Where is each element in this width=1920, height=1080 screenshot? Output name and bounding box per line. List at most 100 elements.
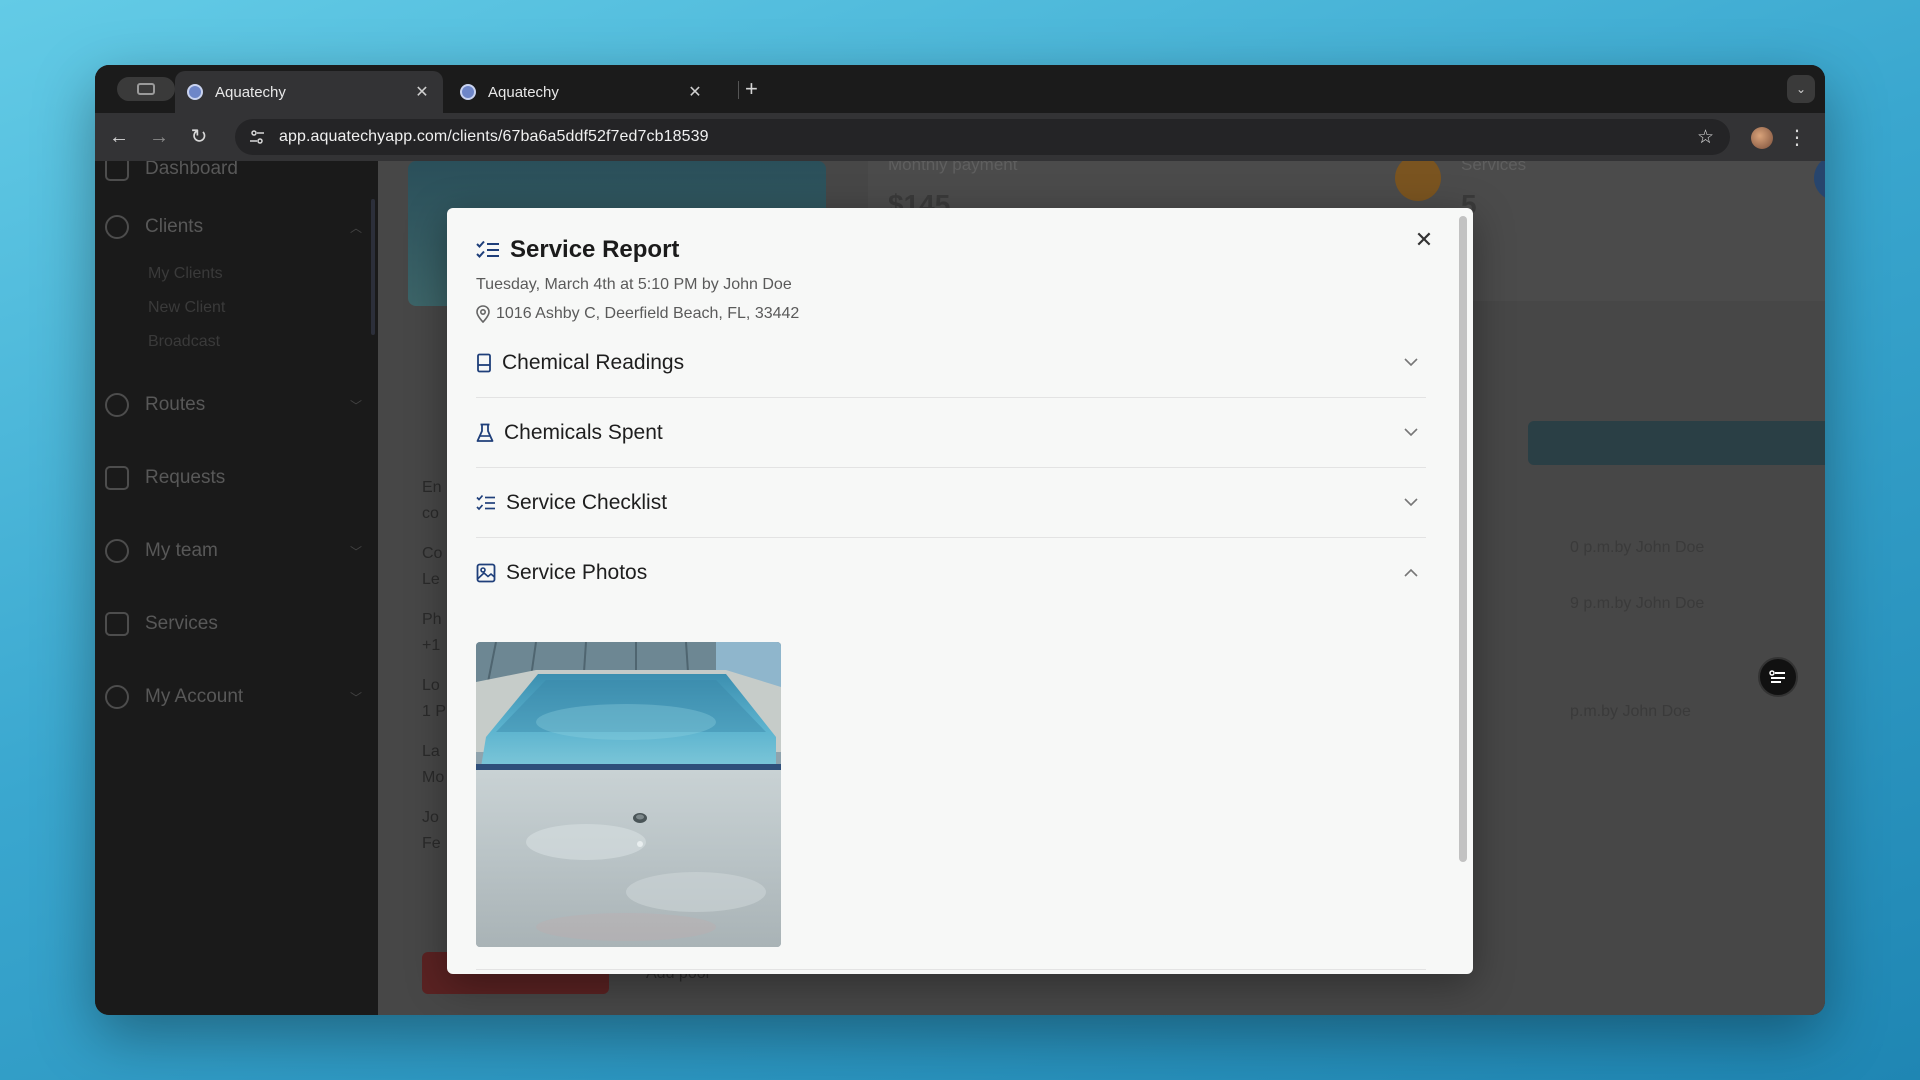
sidebar: Dashboard Clients ︿ My Clients New Clien… xyxy=(95,161,378,1015)
flask-icon xyxy=(476,423,494,442)
tab-strip: Aquatechy ✕ Aquatechy ✕ + ⌄ xyxy=(95,65,1825,113)
chevron-up-icon: ︿ xyxy=(349,220,362,235)
bookmark-star-icon[interactable]: ☆ xyxy=(1697,126,1714,149)
info-label: La xyxy=(422,743,440,760)
section-label: Service Checklist xyxy=(506,490,668,514)
users-icon xyxy=(105,215,129,239)
site-info-icon[interactable] xyxy=(245,125,269,149)
account-icon xyxy=(105,685,129,709)
info-value: Le xyxy=(422,571,440,588)
sidebar-subitem-my-clients[interactable]: My Clients xyxy=(148,265,223,283)
service-datetime: Tuesday, March 4th at 5:10 PM by John Do… xyxy=(476,276,792,293)
sidebar-item-clients[interactable]: Clients ︿ xyxy=(105,207,370,247)
new-tab-button[interactable]: + xyxy=(745,76,758,102)
section-service-checklist[interactable]: Service Checklist xyxy=(476,468,1426,538)
tab-search-icon xyxy=(137,83,155,95)
modal-title-row: Service Report xyxy=(476,236,679,264)
close-tab-icon[interactable]: ✕ xyxy=(413,82,431,102)
chevron-up-icon[interactable] xyxy=(1404,564,1418,582)
info-label: Jo xyxy=(422,809,439,826)
photo-section-divider xyxy=(476,969,1426,970)
sidebar-subitem-new-client[interactable]: New Client xyxy=(148,299,225,317)
section-label: Chemicals Spent xyxy=(504,420,663,444)
close-tab-icon[interactable]: ✕ xyxy=(686,82,704,102)
tab-title: Aquatechy xyxy=(488,83,559,101)
map-pin-icon xyxy=(105,393,129,417)
chevron-down-icon: ﹀ xyxy=(349,398,362,413)
section-chemicals-spent[interactable]: Chemicals Spent xyxy=(476,398,1426,468)
pool-photo-image xyxy=(476,642,781,947)
sidebar-item-label: Dashboard xyxy=(145,161,238,179)
section-service-photos[interactable]: Service Photos xyxy=(476,538,1426,608)
filter-fab-button[interactable] xyxy=(1758,657,1798,697)
sidebar-item-label: Services xyxy=(145,613,218,634)
modal-title: Service Report xyxy=(510,236,680,263)
chevron-down-icon: ﹀ xyxy=(349,690,362,705)
filter-list-icon xyxy=(1769,670,1785,683)
accent-bar xyxy=(1528,421,1825,465)
info-label: Co xyxy=(422,545,443,562)
sidebar-item-label: Requests xyxy=(145,467,226,488)
map-pin-icon xyxy=(476,305,490,323)
browser-tab-1[interactable]: Aquatechy ✕ xyxy=(175,71,443,113)
browser-tab-2[interactable]: Aquatechy ✕ xyxy=(448,71,716,113)
address-text: 1016 Ashby C, Deerfield Beach, FL, 33442 xyxy=(496,305,800,322)
checkbox-icon xyxy=(105,466,129,490)
info-value: Mo xyxy=(422,769,445,786)
checklist-icon xyxy=(476,494,495,510)
forward-arrow-icon[interactable]: → xyxy=(147,125,171,149)
tab-search-button[interactable] xyxy=(117,77,175,101)
browser-menu-icon[interactable]: ⋮ xyxy=(1787,125,1807,150)
checklist-icon xyxy=(476,240,499,258)
sidebar-item-requests[interactable]: Requests xyxy=(105,458,370,498)
sidebar-item-label: Clients xyxy=(145,216,204,237)
chevron-down-icon: ﹀ xyxy=(349,544,362,559)
service-row-text: 0 p.m.by John Doe xyxy=(1570,539,1705,556)
sidebar-item-label: My Account xyxy=(145,686,244,707)
aquatechy-favicon-icon xyxy=(460,84,476,100)
sidebar-item-services[interactable]: Services xyxy=(105,604,370,644)
service-report-modal: ✕ Service Report Tuesday, March 4th at 5… xyxy=(447,208,1473,974)
close-modal-icon[interactable]: ✕ xyxy=(1412,228,1436,252)
image-icon xyxy=(476,563,496,583)
dashboard-icon xyxy=(105,161,129,181)
services-label: Services xyxy=(1461,161,1527,174)
url-text[interactable]: app.aquatechyapp.com/clients/67ba6a5ddf5… xyxy=(279,128,709,146)
sidebar-item-label: My team xyxy=(145,540,218,561)
sidebar-scrollbar[interactable] xyxy=(371,199,375,335)
checklist-icon xyxy=(105,612,129,636)
tab-title: Aquatechy xyxy=(215,83,286,101)
back-arrow-icon[interactable]: ← xyxy=(107,125,131,149)
address-bar[interactable]: app.aquatechyapp.com/clients/67ba6a5ddf5… xyxy=(235,119,1730,155)
modal-scrollbar[interactable] xyxy=(1459,216,1467,862)
sidebar-item-my-account[interactable]: My Account ﹀ xyxy=(105,677,370,717)
sidebar-item-label: Routes xyxy=(145,394,206,415)
sidebar-item-dashboard[interactable]: Dashboard xyxy=(105,161,370,189)
section-chemical-readings[interactable]: Chemical Readings xyxy=(476,328,1426,398)
monthly-payment-label: Monthly payment xyxy=(888,161,1018,174)
tab-list-chevron-icon[interactable]: ⌄ xyxy=(1787,75,1815,103)
team-icon xyxy=(105,539,129,563)
service-row-text: p.m.by John Doe xyxy=(1570,703,1691,720)
reload-icon[interactable]: ↻ xyxy=(187,125,211,149)
chevron-down-icon[interactable] xyxy=(1404,354,1418,372)
beaker-icon xyxy=(477,353,491,372)
info-value: 1 P xyxy=(422,703,447,720)
section-label: Service Photos xyxy=(506,561,648,584)
service-address: 1016 Ashby C, Deerfield Beach, FL, 33442 xyxy=(476,305,799,323)
info-value: co xyxy=(422,505,439,522)
sidebar-subitem-broadcast[interactable]: Broadcast xyxy=(148,333,220,351)
browser-window: Aquatechy ✕ Aquatechy ✕ + ⌄ ← → ↻ app.aq… xyxy=(95,65,1825,1015)
profile-avatar[interactable] xyxy=(1751,127,1773,149)
chevron-down-icon[interactable] xyxy=(1404,424,1418,442)
info-value: Fe xyxy=(422,835,441,852)
service-photo-thumbnail[interactable] xyxy=(476,642,781,947)
chevron-down-icon[interactable] xyxy=(1404,494,1418,512)
sidebar-item-routes[interactable]: Routes ﹀ xyxy=(105,385,370,425)
info-label: Ph xyxy=(422,611,442,628)
info-label: En xyxy=(422,479,442,496)
aquatechy-favicon-icon xyxy=(187,84,203,100)
sidebar-item-my-team[interactable]: My team ﹀ xyxy=(105,531,370,571)
section-label: Chemical Readings xyxy=(502,350,685,374)
info-value: +1 xyxy=(422,637,441,654)
